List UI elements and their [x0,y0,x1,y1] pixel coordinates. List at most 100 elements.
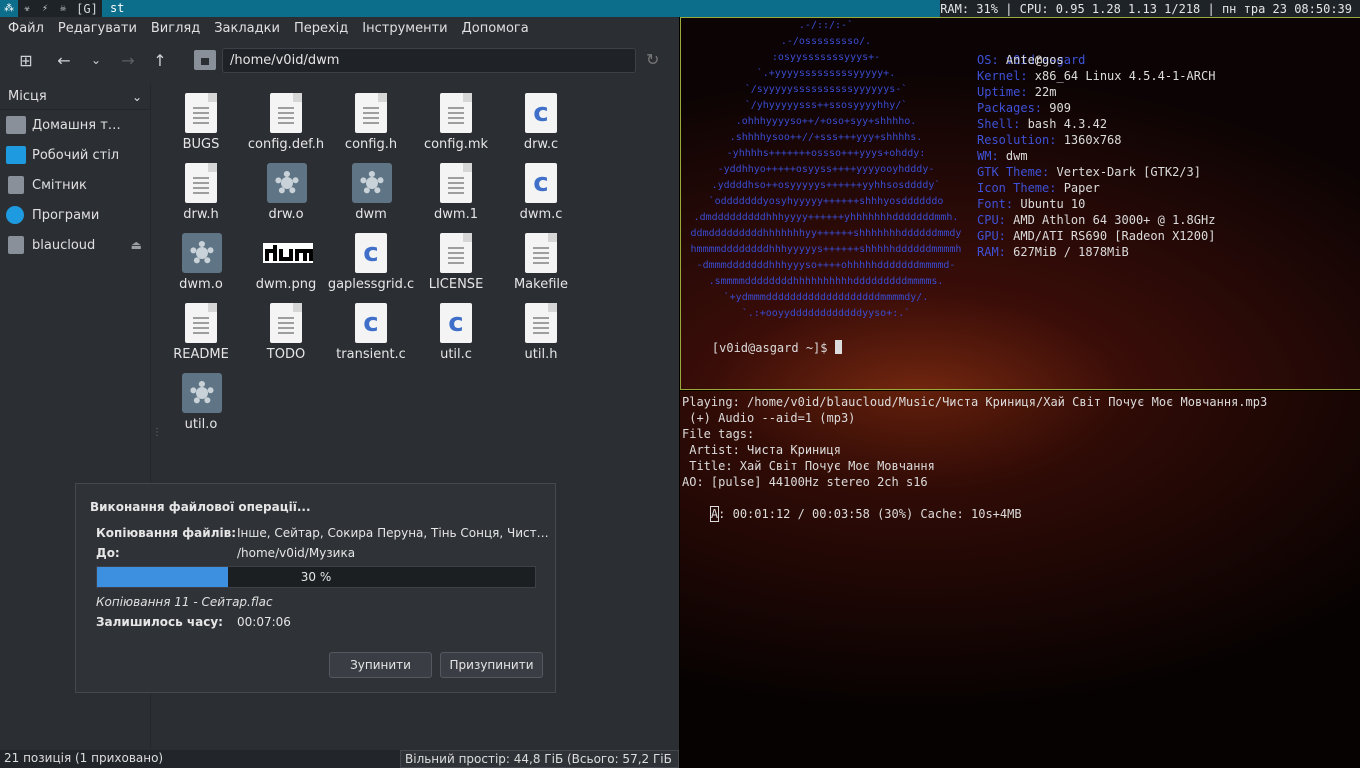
info-value: x86_64 Linux 4.5.4-1-ARCH [1027,69,1216,83]
forward-button[interactable]: → [112,46,144,74]
text-file-icon [525,303,557,343]
info-line: Shell: bash 4.3.42 [977,116,1107,132]
info-value: dwm [998,149,1028,163]
file-item[interactable]: util.o [158,369,244,435]
file-item[interactable]: c drw.c [498,89,584,155]
sidebar-item-home[interactable]: Домашня т… [0,110,150,140]
file-item[interactable]: dwm.1 [413,159,499,225]
destination-value: /home/v0id/Музика [237,546,356,560]
menu-bookmarks[interactable]: Закладки [214,21,280,36]
up-button[interactable]: ↑ [144,46,176,74]
file-name: dwm.c [519,207,563,222]
file-item[interactable]: README [158,299,244,365]
info-value: AMD/ATI RS690 [Radeon X1200] [1005,229,1216,243]
shell-prompt[interactable]: [v0id@asgard ~]$ [683,324,842,372]
executable-icon [267,163,307,203]
info-key: Icon Theme: [977,181,1057,195]
eject-icon[interactable]: ⏏ [131,238,142,252]
file-item[interactable]: c util.c [413,299,499,365]
sidebar-item-label: Робочий стіл [32,147,120,163]
menu-file[interactable]: Файл [8,21,44,36]
text-file-icon [440,163,472,203]
info-line: Font: Ubuntu 10 [977,196,1085,212]
file-item[interactable]: util.h [498,299,584,365]
stop-button[interactable]: Зупинити [329,652,432,678]
sidebar-item-applications[interactable]: Програми [0,200,150,230]
info-key: GTK Theme: [977,165,1050,179]
back-button[interactable]: ← [48,46,80,74]
pause-button[interactable]: Призупинити [440,652,543,678]
chevron-down-icon: ⌄ [131,89,142,104]
top-status-bar: ⁂ ☣ ⚡ ☠ [G] st RAM: 31% | CPU: 0.95 1.28… [0,0,1360,17]
places-header[interactable]: Місця ⌄ [0,84,150,110]
info-key: Kernel: [977,69,1028,83]
info-key: Resolution: [977,133,1057,147]
status-text: : 00:01:12 / 00:03:58 (30%) Cache: 10s+4… [718,507,1022,521]
file-item[interactable]: c transient.c [328,299,414,365]
file-item[interactable]: drw.h [158,159,244,225]
location-bar[interactable]: /home/v0id/dwm [222,48,636,73]
file-item[interactable]: LICENSE [413,229,499,295]
file-item[interactable]: config.mk [413,89,499,155]
info-key: Font: [977,197,1014,211]
file-item[interactable]: TODO [243,299,329,365]
history-dropdown-button[interactable]: ⌄ [80,46,112,74]
menu-view[interactable]: Вигляд [151,21,200,36]
info-line: Kernel: x86_64 Linux 4.5.4-1-ARCH [977,68,1215,84]
sidebar-item-label: Домашня т… [32,117,121,133]
file-item[interactable]: Makefile [498,229,584,295]
sidebar-item-desktop[interactable]: Робочий стіл [0,140,150,170]
terminal-screenfetch[interactable]: .-/::/:-` .-/osssssssso/. :osyysssssssyy… [680,17,1360,390]
file-name: util.h [524,347,558,362]
menu-go[interactable]: Перехід [294,21,348,36]
file-name: Makefile [513,277,569,292]
layout-indicator[interactable]: [G] [72,2,102,16]
text-file-icon [525,233,557,273]
info-value: Vertex-Dark [GTK2/3] [1049,165,1201,179]
drive-icon [8,236,24,254]
free-space: Вільний простір: 44,8 ГіБ (Всього: 57,2 … [400,750,679,768]
info-line: GPU: AMD/ATI RS690 [Radeon X1200] [977,228,1215,244]
sidebar-item-label: Програми [32,207,100,223]
info-value: Paper [1056,181,1100,195]
status-bar: 21 позиція (1 приховано) Вільний простір… [0,750,679,768]
c-source-icon: c [440,303,472,343]
file-item[interactable]: config.def.h [243,89,329,155]
file-item[interactable]: dwm [328,159,414,225]
text-cursor [834,340,842,354]
new-tab-button[interactable]: ⊞ [10,46,42,74]
info-value: 1360x768 [1056,133,1122,147]
reload-icon[interactable]: ↻ [646,50,659,69]
executable-icon [182,373,222,413]
menu-tools[interactable]: Інструменти [362,21,447,36]
info-key: WM: [977,149,999,163]
tag-3[interactable]: ⚡ [36,0,54,17]
executable-icon [352,163,392,203]
menu-edit[interactable]: Редагувати [58,21,137,36]
player-line: File tags: [682,427,755,441]
info-value: bash 4.3.42 [1020,117,1108,131]
sidebar-item-trash[interactable]: Смітник [0,170,150,200]
file-item[interactable]: c dwm.c [498,159,584,225]
image-thumbnail-icon [263,243,313,263]
text-file-icon [440,233,472,273]
remaining-value: 00:07:06 [237,615,291,629]
file-item[interactable]: config.h [328,89,414,155]
menu-help[interactable]: Допомога [462,21,529,36]
info-line: Resolution: 1360x768 [977,132,1122,148]
focused-window-title: st [101,0,941,17]
file-item[interactable]: c gaplessgrid.c [328,229,414,295]
terminal-player[interactable]: Playing: /home/v0id/blaucloud/Music/Чист… [680,391,1360,768]
file-item[interactable]: dwm.o [158,229,244,295]
info-line: Packages: 909 [977,100,1071,116]
file-item[interactable]: dwm.png [243,229,329,295]
item-count: 21 позиція (1 приховано) [4,751,164,765]
tag-4[interactable]: ☠ [54,0,72,17]
file-item[interactable]: drw.o [243,159,329,225]
text-file-icon [185,303,217,343]
tag-2[interactable]: ☣ [18,0,36,17]
file-item[interactable]: BUGS [158,89,244,155]
player-line: (+) Audio --aid=1 (mp3) [682,411,856,425]
tag-1[interactable]: ⁂ [0,0,18,17]
sidebar-item-blaucloud[interactable]: blaucloud ⏏ [0,230,150,260]
